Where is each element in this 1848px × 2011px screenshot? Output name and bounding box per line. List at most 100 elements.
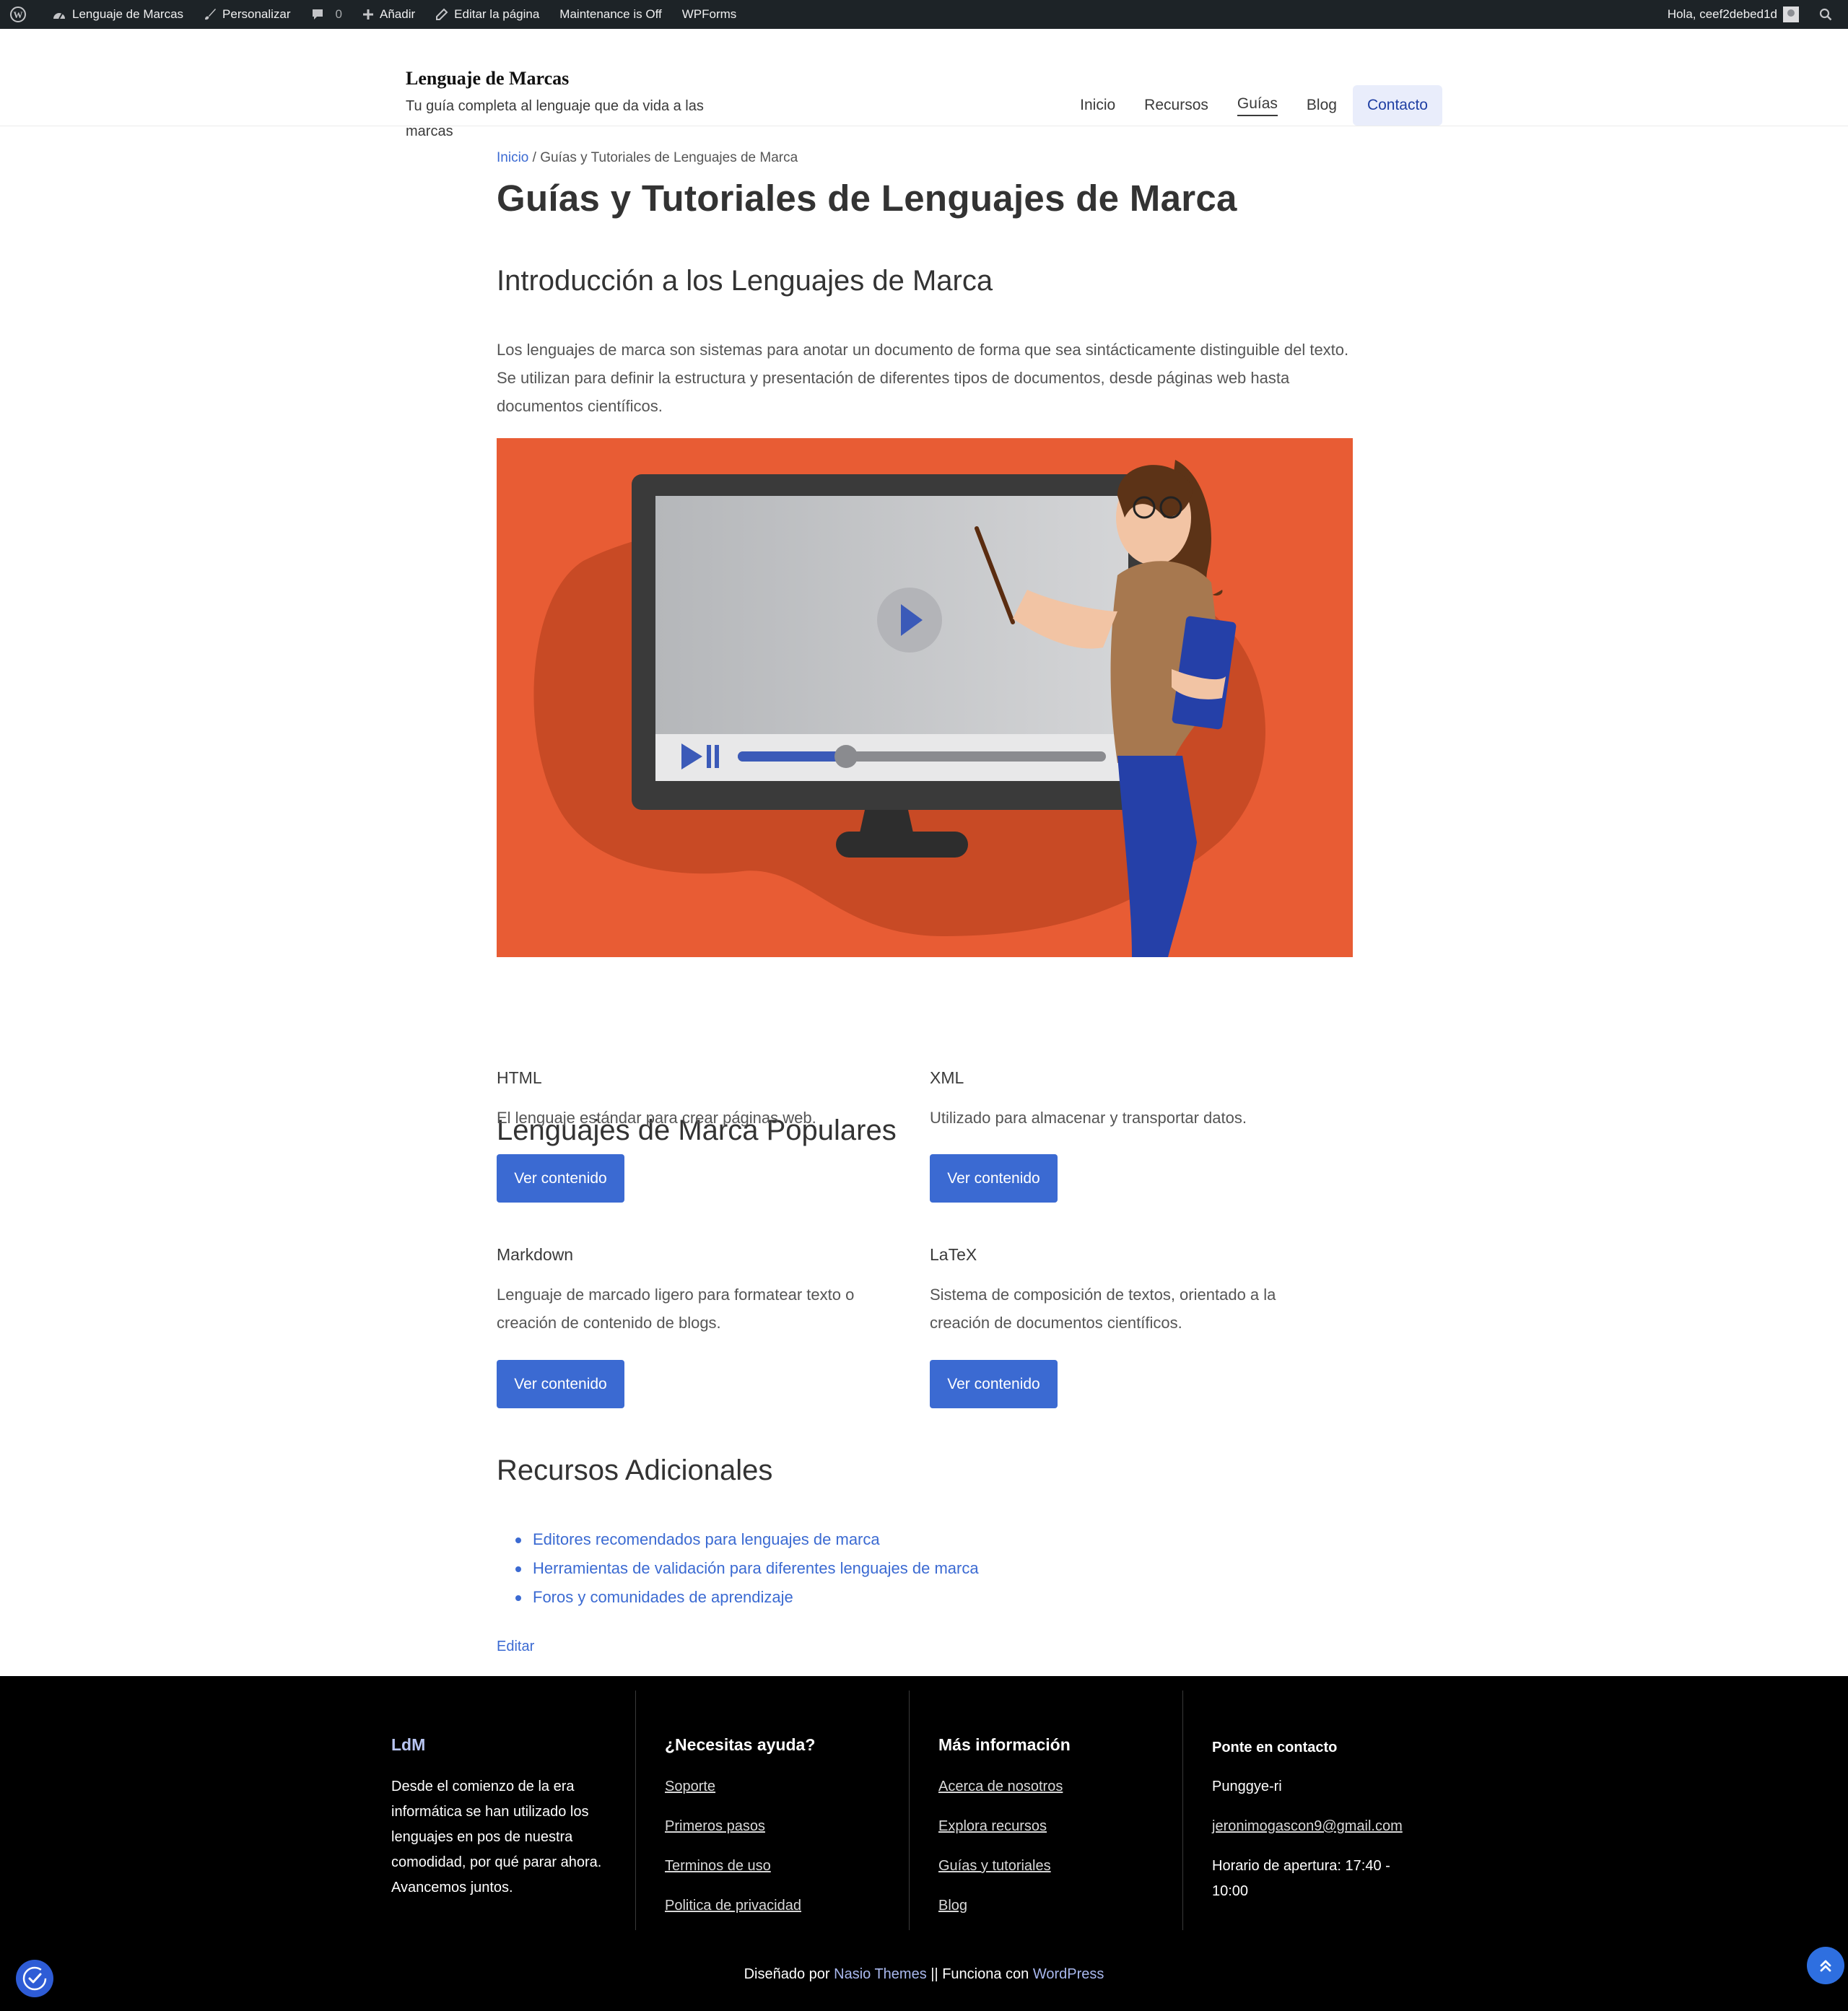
- footer-link-privacidad[interactable]: Politica de privacidad: [665, 1893, 801, 1933]
- nav-item-recursos[interactable]: Recursos: [1130, 85, 1223, 126]
- footer-column-help: ¿Necesitas ayuda? Soporte Primeros pasos…: [665, 1691, 896, 1930]
- footer-hours: Horario de apertura: 17:40 - 10:00: [1212, 1858, 1390, 1899]
- pencil-icon: [436, 8, 448, 20]
- scroll-to-top-button[interactable]: [1807, 1947, 1844, 1984]
- nav-item-contacto[interactable]: Contacto: [1352, 85, 1442, 126]
- nav-item-label: Blog: [1306, 97, 1337, 113]
- footer-divider: [1182, 1691, 1183, 1930]
- edit-link[interactable]: Editar: [497, 1639, 534, 1655]
- hero-illustration: [497, 438, 1353, 957]
- admin-wpforms-link[interactable]: WPForms: [672, 0, 747, 29]
- footer-help-links: Soporte Primeros pasos Terminos de uso P…: [665, 1774, 801, 1933]
- footer-column-contact: Ponte en contacto Punggye-ri jeronimogas…: [1212, 1691, 1429, 1930]
- footer-credits: Diseñado por Nasio Themes || Funciona co…: [0, 1966, 1848, 1983]
- plus-icon: [363, 9, 374, 19]
- breadcrumb-current: Guías y Tutoriales de Lenguajes de Marca: [540, 150, 798, 165]
- credits-theme-link[interactable]: Nasio Themes: [834, 1966, 927, 1982]
- admin-edit-page-link[interactable]: Editar la página: [425, 0, 549, 29]
- main-navigation: Inicio Recursos Guías Blog Contacto: [1065, 85, 1442, 126]
- wordpress-logo-button[interactable]: W: [0, 0, 42, 29]
- resources-list: Editores recomendados para lenguajes de …: [515, 1525, 979, 1612]
- footer-divider: [909, 1691, 910, 1930]
- admin-wpforms-label: WPForms: [681, 7, 737, 21]
- footer-link-terminos[interactable]: Terminos de uso: [665, 1854, 801, 1893]
- breadcrumb-home-link[interactable]: Inicio: [497, 150, 528, 165]
- nav-item-blog[interactable]: Blog: [1292, 85, 1351, 126]
- footer-link-explora[interactable]: Explora recursos: [938, 1814, 1063, 1854]
- ver-contenido-html-button[interactable]: Ver contenido: [497, 1154, 624, 1203]
- card-xml: XML Utilizado para almacenar y transport…: [930, 1068, 1334, 1132]
- card-title: HTML: [497, 1068, 542, 1087]
- footer-link-acerca[interactable]: Acerca de nosotros: [938, 1774, 1063, 1814]
- ver-contenido-xml-button[interactable]: Ver contenido: [930, 1154, 1058, 1203]
- breadcrumb: Inicio / Guías y Tutoriales de Lenguajes…: [497, 150, 798, 166]
- footer-brand-heading: LdM: [391, 1735, 426, 1754]
- admin-edit-page-label: Editar la página: [454, 7, 540, 21]
- footer-help-heading: ¿Necesitas ayuda?: [665, 1735, 816, 1754]
- search-icon: [1819, 8, 1832, 21]
- footer-info-links: Acerca de nosotros Explora recursos Guía…: [938, 1774, 1063, 1933]
- intro-paragraph: Los lenguajes de marca son sistemas para…: [497, 341, 1349, 415]
- footer-contact-details: Punggye-ri jeronimogascon9@gmail.com Hor…: [1212, 1774, 1429, 1904]
- admin-maintenance-label: Maintenance is Off: [559, 7, 662, 21]
- footer-about-text: Desde el comienzo de la era informática …: [391, 1779, 602, 1896]
- admin-customize-link[interactable]: Personalizar: [193, 0, 301, 29]
- admin-add-new-label: Añadir: [380, 7, 416, 21]
- svg-text:W: W: [14, 9, 23, 20]
- chevrons-up-icon: [1820, 1960, 1831, 1972]
- site-title[interactable]: Lenguaje de Marcas: [406, 68, 569, 90]
- card-description: El lenguaje estándar para crear páginas …: [497, 1109, 816, 1127]
- admin-customize-label: Personalizar: [222, 7, 291, 21]
- admin-comments-link[interactable]: 0: [301, 0, 352, 29]
- intro-heading: Introducción a los Lenguajes de Marca: [497, 265, 993, 297]
- card-title: LaTeX: [930, 1245, 977, 1264]
- accessibility-button[interactable]: [16, 1960, 53, 1997]
- card-description: Sistema de composición de textos, orient…: [930, 1286, 1276, 1332]
- credits-designed-by: Diseñado por: [744, 1966, 834, 1982]
- footer-contact-heading: Ponte en contacto: [1212, 1740, 1338, 1755]
- admin-bar: W Lenguaje de Marcas Personalizar 0 Añad…: [0, 0, 1848, 29]
- admin-add-new-link[interactable]: Añadir: [352, 0, 425, 29]
- breadcrumb-separator: /: [528, 150, 541, 165]
- nav-item-guias[interactable]: Guías: [1223, 85, 1292, 126]
- site-header: Lenguaje de Marcas Tu guía completa al l…: [0, 29, 1848, 139]
- resource-link-foros[interactable]: Foros y comunidades de aprendizaje: [515, 1583, 979, 1612]
- admin-maintenance-link[interactable]: Maintenance is Off: [549, 0, 671, 29]
- footer-info-heading: Más información: [938, 1735, 1071, 1754]
- footer-link-primeros-pasos[interactable]: Primeros pasos: [665, 1814, 801, 1854]
- nav-item-inicio[interactable]: Inicio: [1065, 85, 1130, 126]
- card-latex: LaTeX Sistema de composición de textos, …: [930, 1245, 1334, 1337]
- nav-item-label: Contacto: [1367, 97, 1428, 113]
- ver-contenido-latex-button[interactable]: Ver contenido: [930, 1360, 1058, 1408]
- dashboard-icon: [53, 13, 65, 19]
- card-description: Lenguaje de marcado ligero para formatea…: [497, 1286, 855, 1332]
- site-tagline: Tu guía completa al lenguaje que da vida…: [406, 98, 704, 139]
- footer-email-link[interactable]: jeronimogascon9@gmail.com: [1212, 1814, 1429, 1854]
- ver-contenido-markdown-button[interactable]: Ver contenido: [497, 1360, 624, 1408]
- footer-location: Punggye-ri: [1212, 1779, 1282, 1794]
- admin-site-name: Lenguaje de Marcas: [72, 7, 184, 21]
- credits-wordpress-link[interactable]: WordPress: [1033, 1966, 1104, 1982]
- admin-site-link[interactable]: Lenguaje de Marcas: [42, 0, 193, 29]
- teacher-illustration: [533, 460, 1265, 957]
- card-title: XML: [930, 1068, 964, 1087]
- admin-comments-count: 0: [335, 7, 343, 21]
- card-markdown: Markdown Lenguaje de marcado ligero para…: [497, 1245, 901, 1337]
- resource-link-herramientas[interactable]: Herramientas de validación para diferent…: [515, 1554, 979, 1583]
- footer-divider: [635, 1691, 636, 1930]
- card-html: HTML El lenguaje estándar para crear pág…: [497, 1068, 901, 1132]
- page-title: Guías y Tutoriales de Lenguajes de Marca: [497, 178, 1237, 219]
- wordpress-icon: W: [10, 6, 26, 22]
- admin-search-button[interactable]: [1809, 0, 1848, 29]
- comment-icon: [312, 9, 323, 19]
- footer-link-blog[interactable]: Blog: [938, 1893, 1063, 1933]
- footer-link-soporte[interactable]: Soporte: [665, 1774, 801, 1814]
- avatar: [1783, 6, 1799, 22]
- nav-item-label: Guías: [1237, 95, 1278, 116]
- resource-link-editores[interactable]: Editores recomendados para lenguajes de …: [515, 1525, 979, 1554]
- site-footer: LdM Desde el comienzo de la era informát…: [0, 1676, 1848, 2011]
- footer-column-about: LdM Desde el comienzo de la era informát…: [391, 1691, 608, 1930]
- brush-icon: [205, 9, 217, 20]
- admin-account-menu[interactable]: Hola, ceef2debed1d: [1657, 0, 1809, 29]
- footer-link-guias[interactable]: Guías y tutoriales: [938, 1854, 1063, 1893]
